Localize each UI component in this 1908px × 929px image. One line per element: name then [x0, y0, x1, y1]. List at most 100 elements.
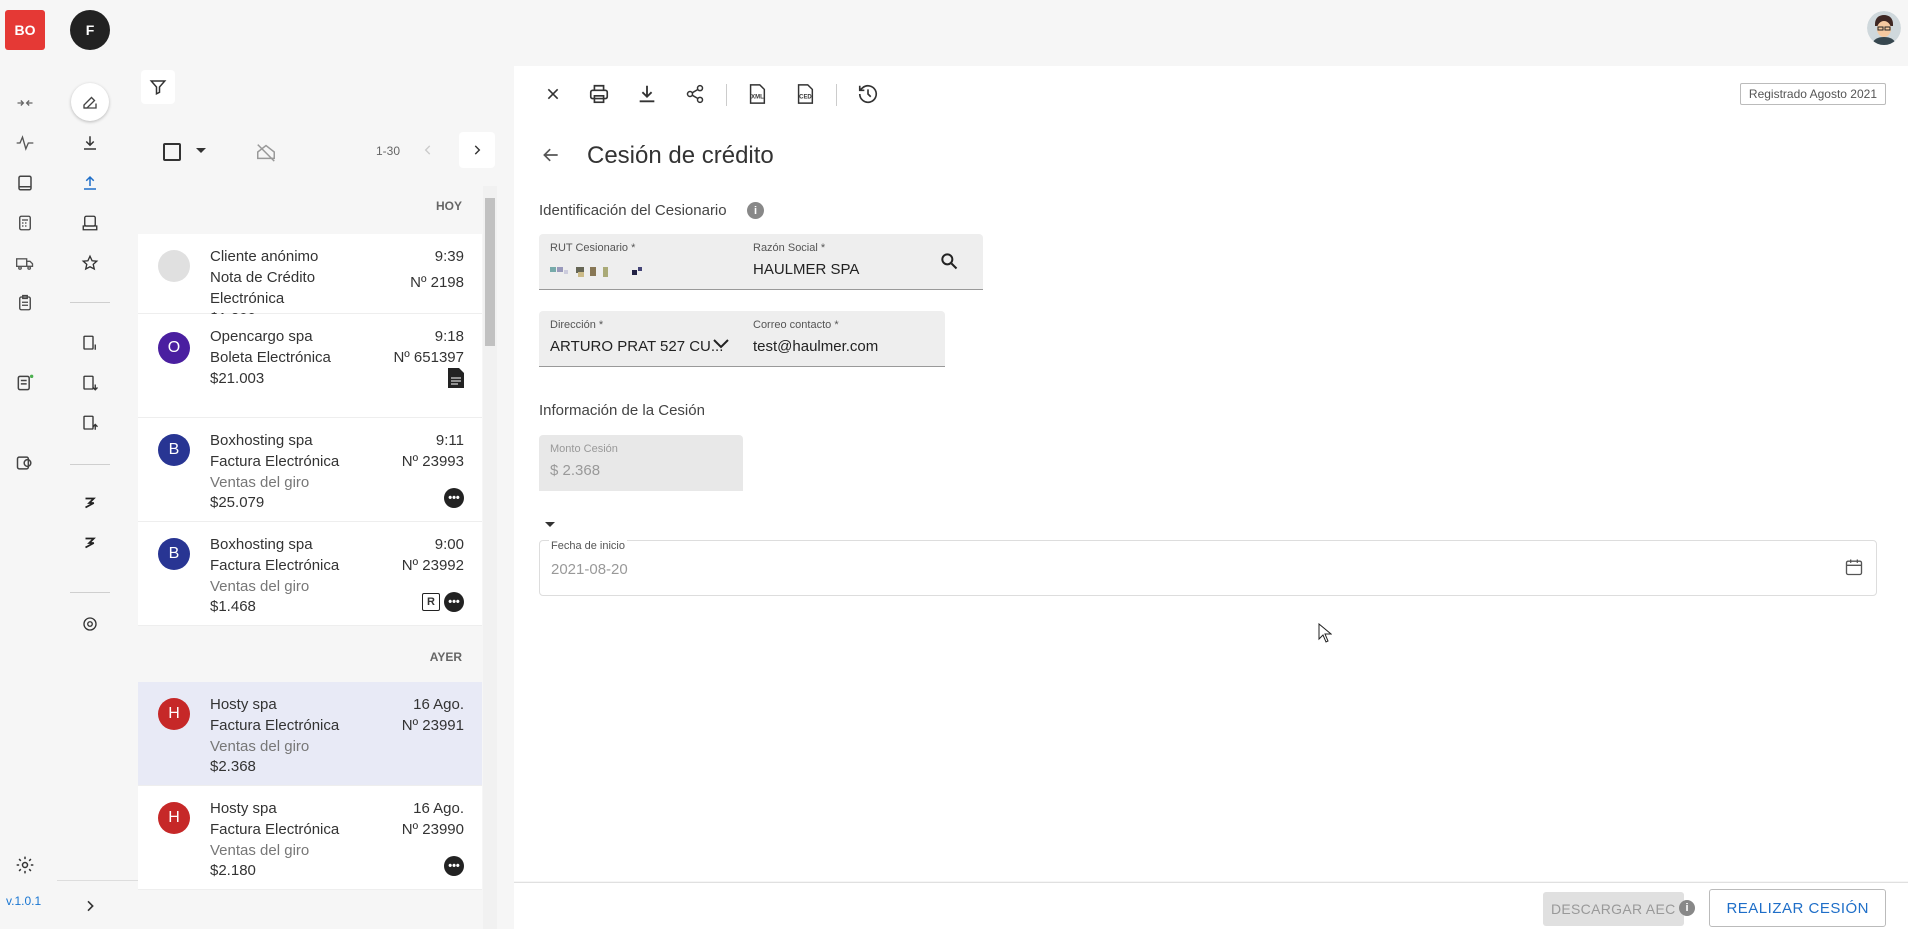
- item-number: Nº 23992: [401, 557, 464, 574]
- document-list: HOY Cliente anónimo Nota de Crédito Elec…: [138, 186, 482, 929]
- list-item[interactable]: O Opencargo spa Boleta Electrónica $21.0…: [138, 314, 482, 418]
- item-number: Nº 23993: [401, 453, 464, 470]
- brand-logo[interactable]: BO: [5, 10, 45, 50]
- item-number: Nº 2198: [410, 274, 464, 291]
- avatar: B: [158, 538, 190, 570]
- item-name: Cliente anónimo: [210, 248, 319, 265]
- item-time: 16 Ago.: [413, 800, 464, 817]
- invoice-status-icon[interactable]: [12, 370, 38, 396]
- list-item[interactable]: H Hosty spa Factura Electrónica Ventas d…: [138, 786, 482, 890]
- section-title-cesion: Información de la Cesión: [539, 402, 705, 419]
- xml-icon[interactable]: XML: [743, 80, 771, 108]
- correo-input[interactable]: test@haulmer.com: [753, 338, 878, 355]
- item-name: Boxhosting spa: [210, 432, 313, 449]
- expand-chevron-icon[interactable]: [75, 891, 105, 921]
- download-aec-button[interactable]: DESCARGAR AEC: [1543, 892, 1684, 926]
- filter-button[interactable]: [141, 70, 175, 104]
- expand-caret-icon[interactable]: [545, 521, 555, 529]
- monto-field: Monto Cesión $ 2.368: [539, 435, 743, 491]
- fecha-field[interactable]: Fecha de inicio 2021-08-20: [539, 540, 1877, 596]
- fecha-label: Fecha de inicio: [549, 540, 627, 552]
- mark-read-icon[interactable]: [255, 141, 277, 163]
- upload-icon[interactable]: [75, 168, 105, 198]
- list-item[interactable]: B Boxhosting spa Factura Electrónica Ven…: [138, 522, 482, 626]
- calendar-icon[interactable]: [1844, 557, 1864, 577]
- item-badges: •••: [444, 856, 464, 876]
- document-dollar-icon[interactable]: [75, 328, 105, 358]
- back-arrow-icon[interactable]: [541, 145, 561, 165]
- realizar-cesion-button[interactable]: REALIZAR CESIÓN: [1709, 889, 1886, 927]
- ced-icon[interactable]: CED: [791, 80, 819, 108]
- item-name: Opencargo spa: [210, 328, 313, 345]
- razon-label: Razón Social *: [753, 242, 826, 254]
- search-icon[interactable]: [939, 251, 959, 271]
- cesion-icon[interactable]: [75, 488, 105, 518]
- avatar: B: [158, 434, 190, 466]
- svg-text:CED: CED: [799, 95, 812, 101]
- version-label: v.1.0.1: [6, 894, 42, 908]
- avatar: H: [158, 698, 190, 730]
- item-time: 16 Ago.: [413, 696, 464, 713]
- activity-icon[interactable]: [12, 130, 38, 156]
- chat-icon: •••: [444, 592, 464, 612]
- gear-icon[interactable]: [75, 609, 105, 639]
- item-amount: $1.468: [210, 598, 256, 615]
- correo-label: Correo contacto *: [753, 319, 839, 331]
- user-avatar[interactable]: [1867, 11, 1901, 45]
- edit-icon[interactable]: [71, 83, 109, 121]
- divider: [836, 84, 837, 106]
- clipboard-icon[interactable]: [12, 290, 38, 316]
- close-icon[interactable]: [539, 80, 567, 108]
- list-toolbar: 1-30: [138, 130, 495, 172]
- scrollbar-thumb[interactable]: [485, 198, 495, 346]
- document-out-icon[interactable]: [75, 408, 105, 438]
- transfer-icon[interactable]: [12, 90, 38, 116]
- section-header-today: HOY: [435, 199, 462, 213]
- select-dropdown-icon[interactable]: [196, 147, 206, 155]
- item-detail: Ventas del giro: [210, 578, 310, 595]
- info-icon[interactable]: i: [1679, 900, 1695, 916]
- book-icon[interactable]: [12, 170, 38, 196]
- select-all-checkbox[interactable]: [163, 143, 181, 161]
- monto-label: Monto Cesión: [550, 443, 618, 455]
- prev-page-button[interactable]: [410, 132, 446, 168]
- detail-panel: XML CED Registrado Agosto 2021 Cesión de…: [514, 66, 1908, 881]
- history-icon[interactable]: [854, 80, 882, 108]
- list-item[interactable]: B Boxhosting spa Factura Electrónica Ven…: [138, 418, 482, 522]
- inbox-icon[interactable]: [75, 208, 105, 238]
- share-icon[interactable]: [681, 80, 709, 108]
- download-icon[interactable]: [633, 80, 661, 108]
- divider: [726, 84, 727, 106]
- page-title: Cesión de crédito: [587, 142, 774, 169]
- list-item[interactable]: H Hosty spa Factura Electrónica Ventas d…: [138, 682, 482, 786]
- account-avatar[interactable]: F: [70, 10, 110, 50]
- item-doc-type: Factura Electrónica: [210, 557, 340, 574]
- truck-icon[interactable]: [12, 250, 38, 276]
- chat-icon: •••: [444, 856, 464, 876]
- chevron-down-icon[interactable]: [712, 337, 730, 351]
- direccion-select[interactable]: ARTURO PRAT 527 CU...: [550, 338, 723, 355]
- next-page-button[interactable]: [459, 132, 495, 168]
- list-item[interactable]: Cliente anónimo Nota de Crédito Electrón…: [138, 234, 482, 327]
- star-icon[interactable]: [75, 248, 105, 278]
- money-icon[interactable]: [12, 450, 38, 476]
- item-number: Nº 23991: [401, 717, 464, 734]
- item-time: 9:11: [435, 432, 464, 449]
- info-icon[interactable]: i: [747, 202, 764, 219]
- item-amount: $25.079: [210, 494, 265, 511]
- download-icon[interactable]: [75, 128, 105, 158]
- fecha-input[interactable]: 2021-08-20: [551, 561, 628, 578]
- item-time: 9:00: [434, 536, 464, 553]
- rut-input[interactable]: [550, 264, 650, 278]
- cesion-alt-icon[interactable]: [75, 528, 105, 558]
- item-badges: [448, 368, 464, 388]
- razon-input[interactable]: HAULMER SPA: [753, 261, 859, 278]
- list-scrollbar[interactable]: [483, 186, 497, 929]
- calculator-icon[interactable]: [12, 210, 38, 236]
- document-in-icon[interactable]: [75, 368, 105, 398]
- item-doc-type: Boleta Electrónica: [210, 349, 331, 366]
- settings-icon[interactable]: [12, 852, 38, 878]
- item-badges: •••: [444, 488, 464, 508]
- print-icon[interactable]: [585, 80, 613, 108]
- rut-label: RUT Cesionario *: [550, 242, 636, 254]
